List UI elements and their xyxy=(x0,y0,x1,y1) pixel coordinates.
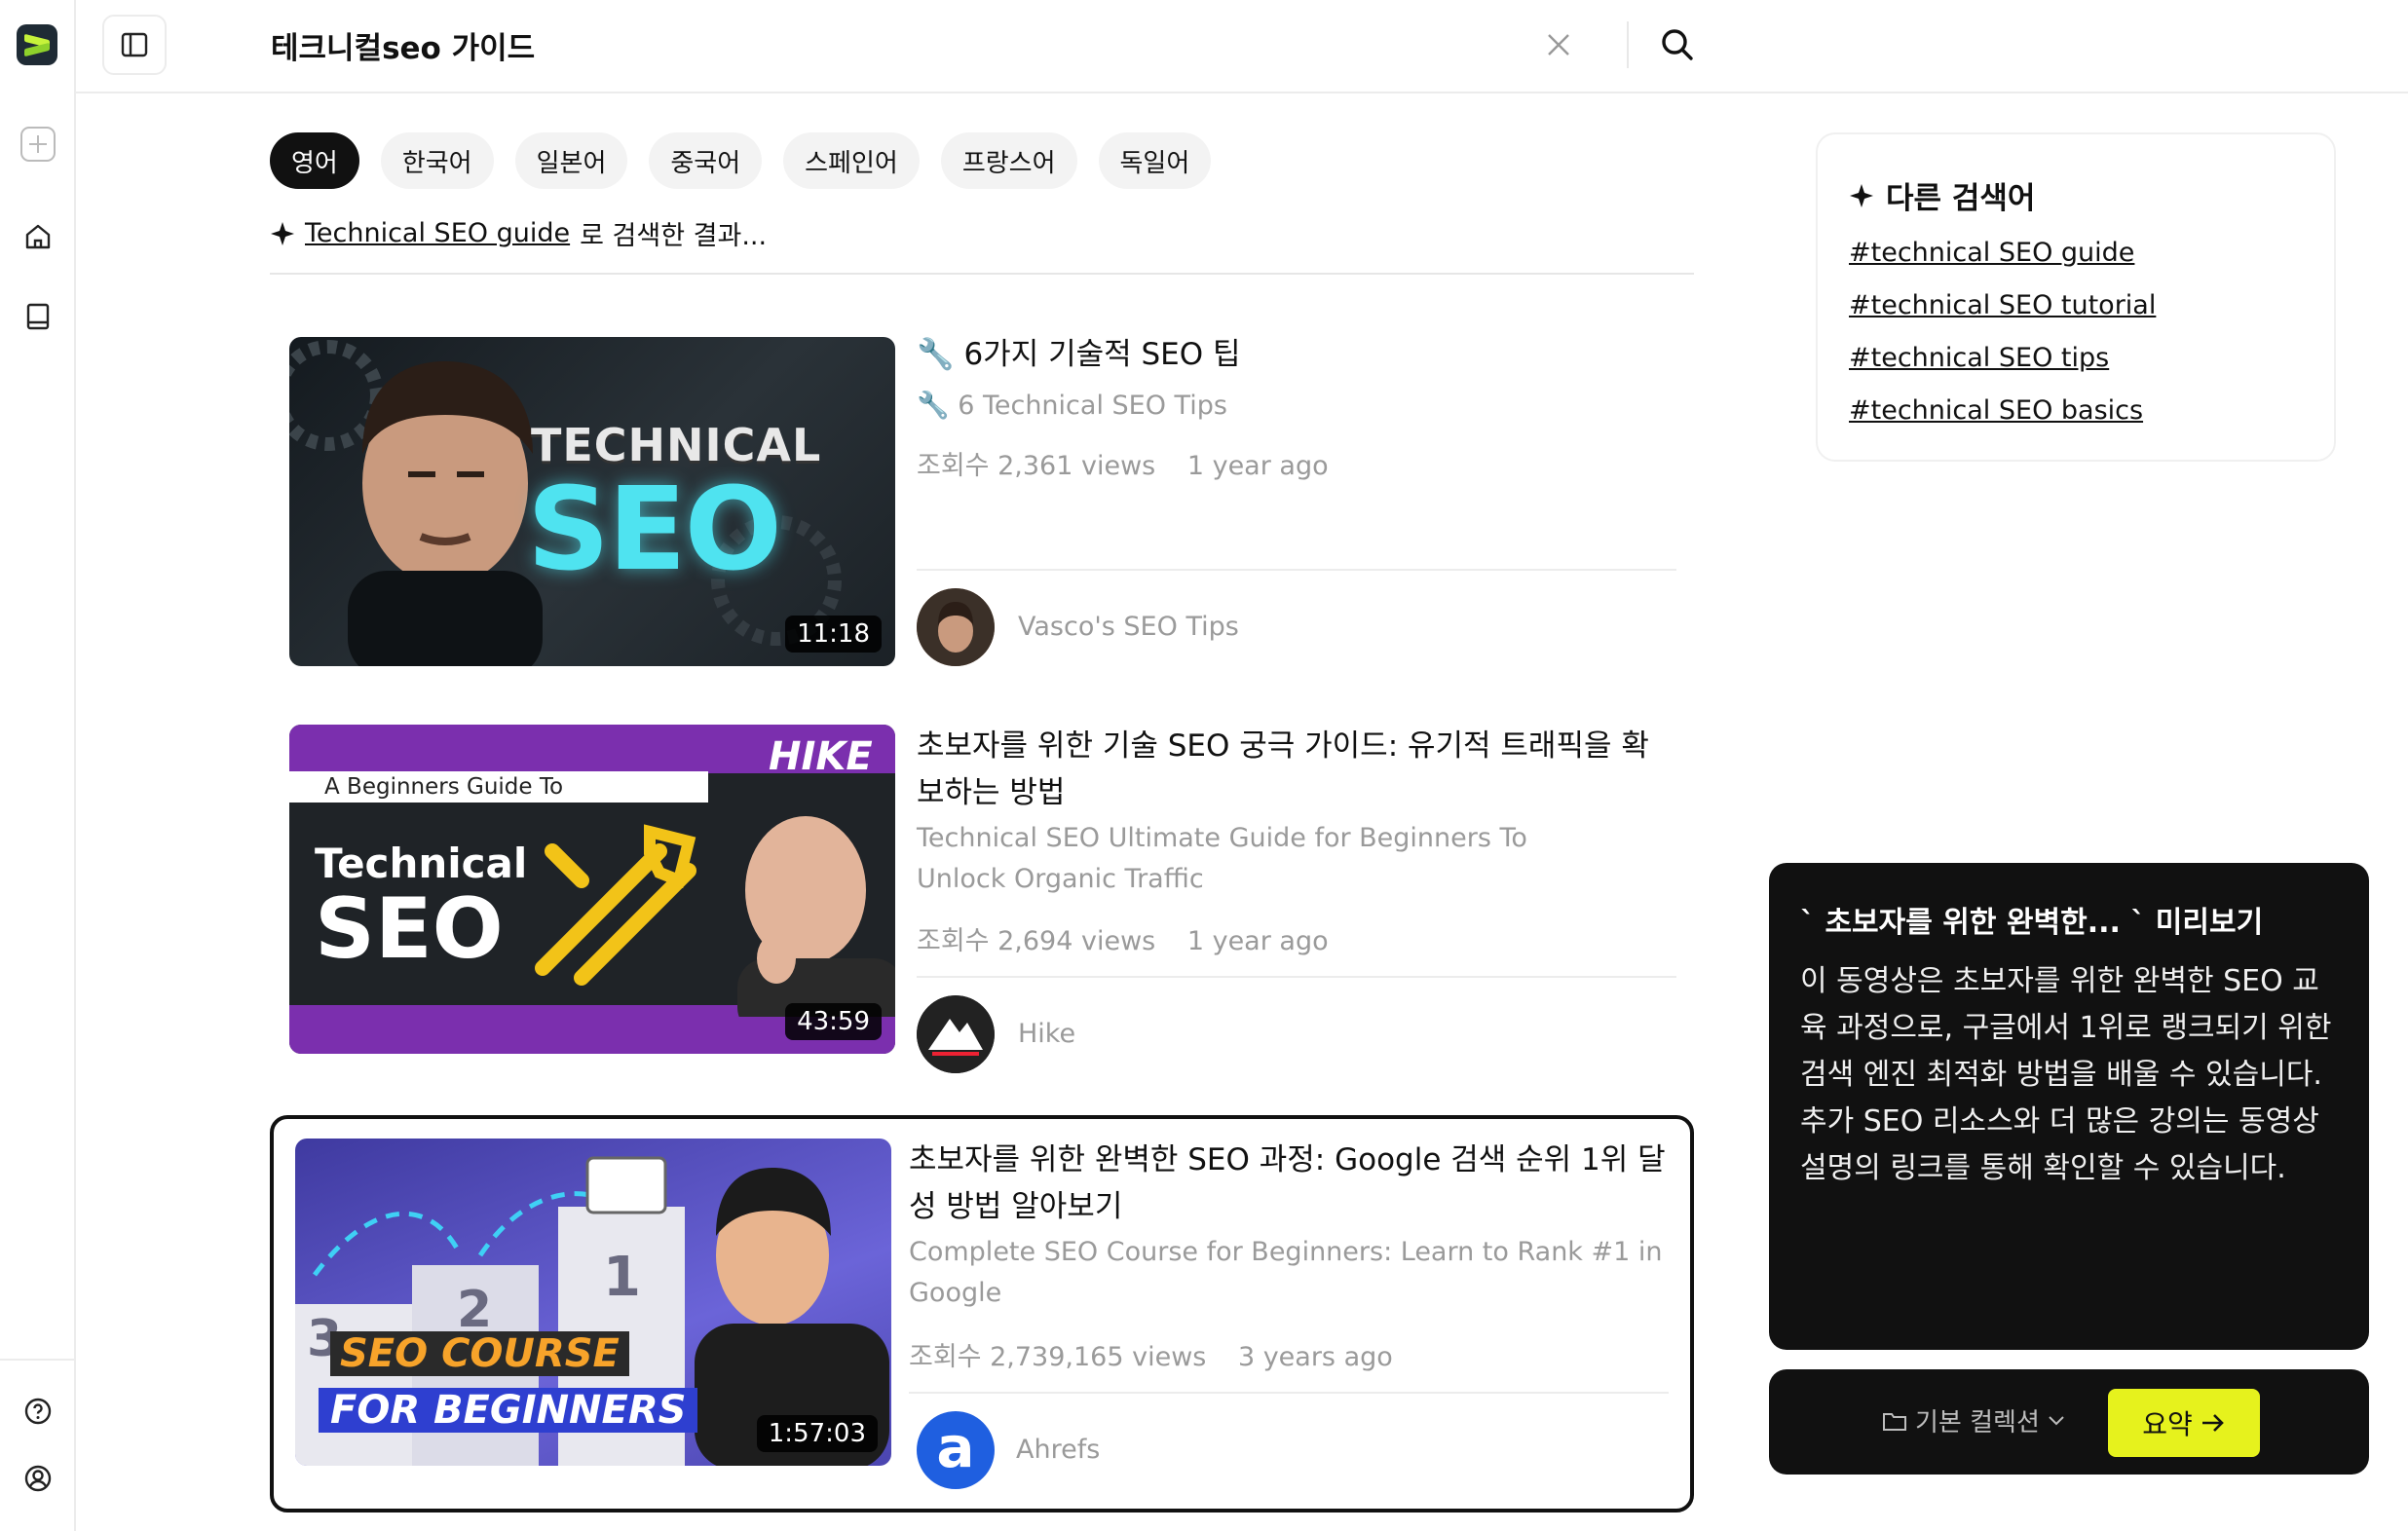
search-input[interactable]: 테크니컬seo 가이드 xyxy=(271,23,535,67)
related-title: 다른 검색어 xyxy=(1849,173,2035,217)
thumbnail-text: FOR BEGINNERS xyxy=(319,1388,698,1433)
result-card[interactable]: A Beginners Guide To Technical SEO HIKE … xyxy=(270,697,1694,1073)
language-tabs: 영어 한국어 일본어 중국어 스페인어 프랑스어 독일어 xyxy=(270,132,1212,189)
video-title[interactable]: 🔧 6가지 기술적 SEO 팁 xyxy=(917,331,1676,378)
card-divider xyxy=(917,976,1676,978)
home-icon[interactable] xyxy=(19,218,56,255)
upload-age: 1 year ago xyxy=(1186,926,1329,956)
result-card-selected[interactable]: 3 2 1 SEO COURSE FOR BEGINNERS 1:57:03 초… xyxy=(270,1115,1694,1512)
thumbnail-logo: HIKE xyxy=(769,734,873,779)
video-duration: 1:57:03 xyxy=(756,1415,878,1452)
top-bar: 테크니컬seo 가이드 xyxy=(76,0,2408,93)
channel-logo: a xyxy=(936,1414,975,1480)
thumbnail-text: 1 xyxy=(603,1246,641,1309)
video-meta: 조회수 2,739,165 views 3 years ago xyxy=(909,1335,1416,1373)
library-icon[interactable] xyxy=(19,298,56,335)
thumbnail-text: SEO xyxy=(527,462,782,596)
searched-for-line: Technical SEO guide 로 검색한 결과... xyxy=(270,214,767,252)
thumbnail-text: 2 xyxy=(457,1281,493,1339)
sparkle-icon xyxy=(1850,183,1873,207)
result-card[interactable]: TECHNICAL SEO 11:18 🔧 6가지 기술적 SEO 팁 🔧 6 … xyxy=(270,308,1694,678)
video-meta: 조회수 2,361 views 1 year ago xyxy=(917,444,1352,482)
view-count: 조회수 2,361 views xyxy=(917,451,1156,481)
upload-age: 3 years ago xyxy=(1237,1342,1393,1372)
help-icon[interactable] xyxy=(19,1393,56,1430)
summary-button[interactable]: 요약 xyxy=(2108,1389,2260,1457)
clear-icon[interactable] xyxy=(1539,25,1578,64)
channel-avatar[interactable] xyxy=(917,995,995,1073)
video-subtitle: Technical SEO Ultimate Guide for Beginne… xyxy=(917,823,1527,894)
related-tag[interactable]: #technical SEO tutorial xyxy=(1849,290,2156,320)
view-count: 조회수 2,694 views xyxy=(917,926,1156,956)
preview-panel: ` 초보자를 위한 완벽한... ` 미리보기 이 동영상은 초보자를 위한 완… xyxy=(1769,863,2369,1350)
chevron-down-icon xyxy=(2049,1415,2064,1425)
video-subtitle: 🔧 6 Technical SEO Tips xyxy=(917,391,1227,421)
preview-text: 이 동영상은 초보자를 위한 완벽한 SEO 교육 과정으로, 구글에서 1위로… xyxy=(1800,964,2332,1185)
tools-icon xyxy=(535,824,696,986)
related-tag[interactable]: #technical SEO guide xyxy=(1849,238,2134,268)
video-thumbnail[interactable]: A Beginners Guide To Technical SEO HIKE … xyxy=(289,725,895,1054)
rail-divider xyxy=(0,1359,74,1361)
search-divider xyxy=(1627,21,1629,68)
upload-age: 1 year ago xyxy=(1186,451,1329,481)
left-rail xyxy=(0,0,76,1531)
sidebar-toggle-button[interactable] xyxy=(102,15,167,75)
tab-korean[interactable]: 한국어 xyxy=(380,132,494,189)
channel-avatar[interactable] xyxy=(917,588,995,666)
sparkle-icon xyxy=(271,221,294,245)
thumbnail-text: SEO xyxy=(315,880,504,978)
profile-icon[interactable] xyxy=(19,1460,56,1497)
tab-chinese[interactable]: 중국어 xyxy=(649,132,763,189)
channel-name[interactable]: Ahrefs xyxy=(1016,1435,1100,1465)
tab-japanese[interactable]: 일본어 xyxy=(514,132,628,189)
video-meta: 조회수 2,694 views 1 year ago xyxy=(917,919,1352,957)
channel-name[interactable]: Vasco's SEO Tips xyxy=(1018,612,1239,642)
video-thumbnail[interactable]: TECHNICAL SEO 11:18 xyxy=(289,337,895,666)
card-divider xyxy=(909,1392,1669,1394)
tab-german[interactable]: 독일어 xyxy=(1098,132,1212,189)
arrow-right-icon xyxy=(2201,1414,2224,1432)
related-tag[interactable]: #technical SEO basics xyxy=(1849,395,2143,426)
channel-name[interactable]: Hike xyxy=(1018,1019,1075,1049)
thumbnail-text: SEO COURSE xyxy=(330,1331,629,1376)
video-thumbnail[interactable]: 3 2 1 SEO COURSE FOR BEGINNERS 1:57:03 xyxy=(295,1139,891,1466)
card-divider xyxy=(917,569,1676,571)
tab-spanish[interactable]: 스페인어 xyxy=(783,132,920,189)
search-icon[interactable] xyxy=(1654,21,1701,68)
sidebar-toggle-icon xyxy=(121,32,148,57)
tab-english[interactable]: 영어 xyxy=(270,132,359,189)
related-tag[interactable]: #technical SEO tips xyxy=(1849,343,2109,373)
app-logo[interactable] xyxy=(17,24,57,65)
view-count: 조회수 2,739,165 views xyxy=(909,1342,1207,1372)
related-searches: 다른 검색어 #technical SEO guide #technical S… xyxy=(1816,132,2336,462)
folder-icon xyxy=(1883,1412,1906,1431)
video-title[interactable]: 초보자를 위한 완벽한 SEO 과정: Google 검색 순위 1위 달성 방… xyxy=(909,1137,1669,1230)
preview-title: ` 초보자를 위한 완벽한... ` 미리보기 xyxy=(1800,906,2264,940)
video-subtitle: Complete SEO Course for Beginners: Learn… xyxy=(909,1237,1663,1308)
searched-suffix: 로 검색한 결과... xyxy=(580,221,768,251)
channel-avatar[interactable]: a xyxy=(917,1411,995,1489)
new-icon[interactable] xyxy=(19,126,56,163)
thumbnail-text: A Beginners Guide To xyxy=(324,774,564,800)
action-bar: 기본 컬렉션 요약 xyxy=(1769,1369,2369,1475)
results-divider xyxy=(270,273,1694,275)
video-title[interactable]: 초보자를 위한 기술 SEO 궁극 가이드: 유기적 트래픽을 확보하는 방법 xyxy=(917,723,1676,816)
collection-dropdown[interactable]: 기본 컬렉션 xyxy=(1882,1402,2065,1438)
video-duration: 11:18 xyxy=(785,616,882,653)
tab-french[interactable]: 프랑스어 xyxy=(940,132,1077,189)
searched-term-link[interactable]: Technical SEO guide xyxy=(305,218,570,248)
video-duration: 43:59 xyxy=(785,1003,882,1040)
